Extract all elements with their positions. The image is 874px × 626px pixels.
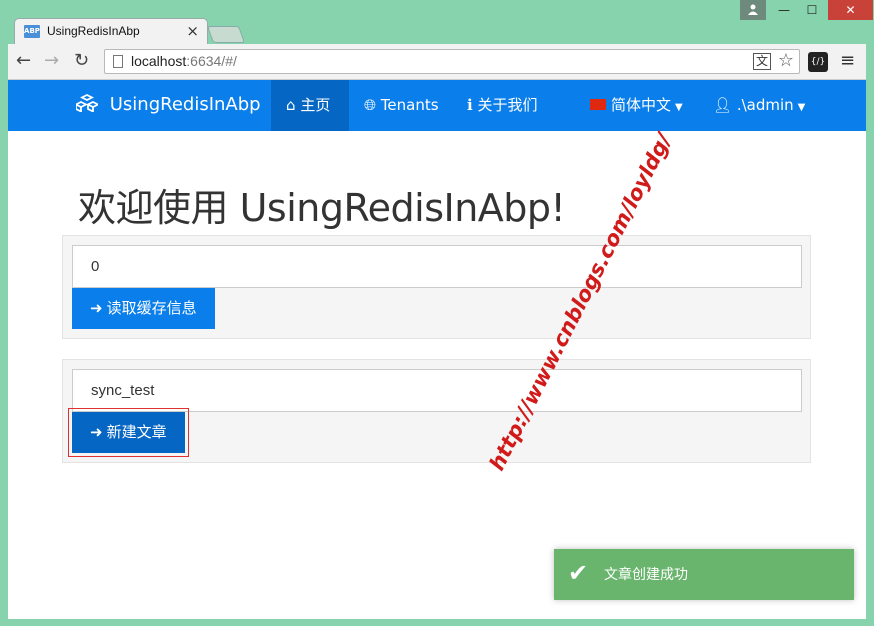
brand-text: UsingRedisInAbp	[109, 94, 261, 115]
browser-tab[interactable]: ABP UsingRedisInAbp ×	[14, 18, 208, 44]
nav-item-about[interactable]: i 关于我们	[452, 80, 553, 131]
brand-link[interactable]: UsingRedisInAbp	[73, 93, 261, 115]
tab-title: UsingRedisInAbp	[47, 24, 140, 38]
abp-favicon-icon: ABP	[24, 25, 40, 38]
nav-item-tenants[interactable]: 🌐︎ Tenants	[349, 80, 454, 131]
language-label: 简体中文	[611, 96, 672, 114]
close-window-button[interactable]: ✕	[828, 0, 873, 20]
user-name: .\admin	[736, 96, 794, 114]
button-label: 读取缓存信息	[106, 299, 197, 317]
nav-item-label: Tenants	[380, 96, 439, 114]
checkmark-icon: ✔	[568, 559, 589, 587]
nav-item-home[interactable]: ⌂ 主页	[271, 80, 349, 131]
url-text[interactable]: localhost:6634/#/	[131, 53, 237, 69]
home-icon: ⌂	[286, 96, 296, 114]
cubes-icon	[73, 93, 101, 113]
hamburger-menu-icon[interactable]: ≡	[840, 50, 855, 71]
minimize-button[interactable]: —	[770, 0, 798, 20]
tab-close-icon[interactable]: ×	[186, 22, 199, 40]
nav-item-label: 主页	[300, 96, 331, 114]
button-label: 新建文章	[106, 423, 167, 441]
translate-icon[interactable]: 文	[752, 53, 771, 70]
cache-panel: 0 ➜ 读取缓存信息	[62, 235, 811, 339]
caret-down-icon: ▼	[797, 102, 806, 113]
info-icon: i	[467, 96, 473, 114]
nav-item-label: 关于我们	[477, 96, 538, 114]
bookmark-star-icon[interactable]: ☆	[778, 50, 794, 71]
page-viewport: UsingRedisInAbp ⌂ 主页 🌐︎ Tenants i 关于我们 简…	[8, 80, 866, 619]
globe-icon: 🌐︎	[364, 96, 377, 114]
cache-value-input[interactable]: 0	[72, 245, 802, 288]
china-flag-icon	[590, 99, 606, 110]
reload-icon[interactable]: ↻	[74, 50, 89, 71]
maximize-button[interactable]: ☐	[798, 0, 826, 20]
page-icon	[113, 55, 123, 68]
sign-in-icon: ➜	[90, 299, 103, 317]
user-icon: 👤︎	[713, 96, 733, 114]
sign-in-icon: ➜	[90, 423, 103, 441]
page-title: 欢迎使用 UsingRedisInAbp!	[78, 186, 566, 230]
success-toast[interactable]: ✔ 文章创建成功	[554, 549, 854, 600]
forward-arrow-icon[interactable]: →	[44, 50, 59, 71]
extension-icon[interactable]: {/}	[808, 52, 828, 72]
new-article-button[interactable]: ➜ 新建文章	[68, 408, 189, 457]
caret-down-icon: ▼	[675, 102, 683, 113]
toast-message: 文章创建成功	[604, 567, 688, 583]
read-cache-button[interactable]: ➜ 读取缓存信息	[72, 288, 215, 329]
article-panel: sync_test ➜ 新建文章	[62, 359, 811, 463]
window-user-icon[interactable]	[740, 0, 766, 20]
language-dropdown[interactable]: 简体中文 ▼	[575, 80, 698, 131]
user-dropdown[interactable]: 👤︎ .\admin ▼	[698, 80, 820, 131]
address-bar[interactable]: localhost:6634/#/ 文 ☆	[104, 49, 800, 74]
top-navbar: UsingRedisInAbp ⌂ 主页 🌐︎ Tenants i 关于我们 简…	[8, 80, 866, 131]
browser-toolbar: ← → ↻ localhost:6634/#/ 文 ☆ {/} ≡	[8, 44, 866, 80]
window-titlebar: ABP UsingRedisInAbp × — ☐ ✕	[0, 0, 874, 44]
new-tab-button[interactable]	[206, 26, 246, 43]
back-arrow-icon[interactable]: ←	[16, 50, 31, 71]
article-title-input[interactable]: sync_test	[72, 369, 802, 412]
